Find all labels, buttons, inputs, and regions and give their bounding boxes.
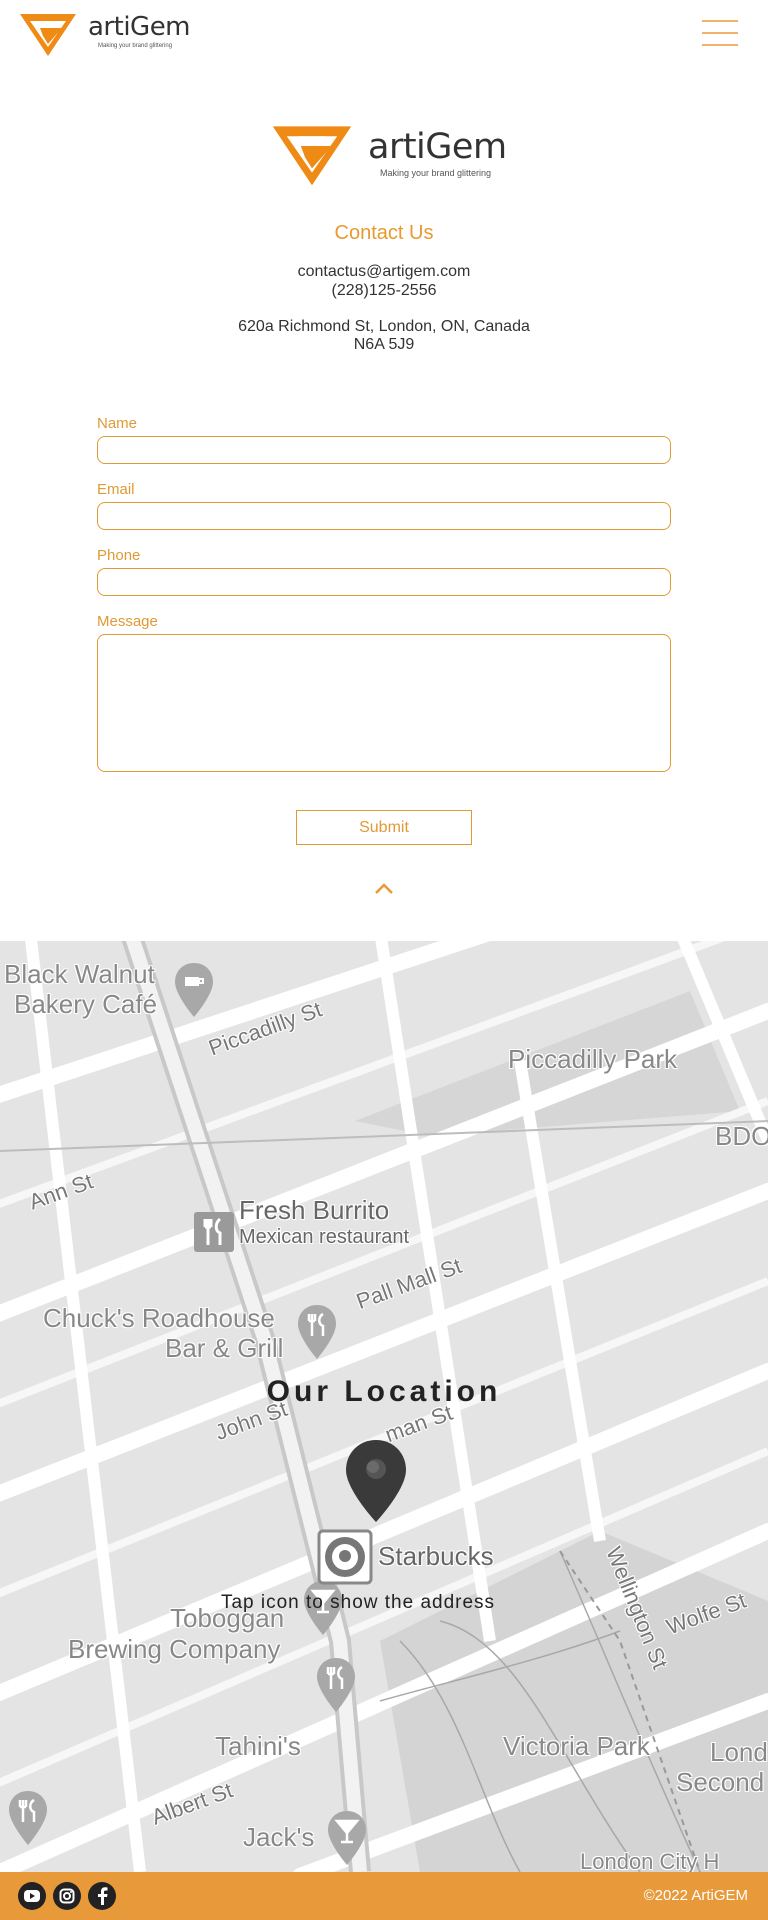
site-header: artiGem Making your brand glittering — [0, 0, 768, 66]
restaurant-pin-icon[interactable] — [315, 1656, 357, 1714]
contact-title: Contact Us — [334, 222, 434, 244]
copyright-text: ©2022 ArtiGEM — [643, 1887, 748, 1904]
map-hint: Tap icon to show the address — [220, 1592, 496, 1613]
map-label-victoria-park: Victoria Park — [503, 1731, 650, 1761]
map-label-piccadilly-park: Piccadilly Park — [508, 1044, 678, 1074]
map-label-lond: Lond — [710, 1737, 768, 1767]
map-label-jacks: Jack's — [243, 1822, 315, 1852]
contact-email[interactable]: contactus@artigem.com — [0, 263, 768, 281]
name-label: Name — [97, 415, 138, 432]
map-label-bakery-cafe: Bakery Café — [14, 989, 158, 1019]
contact-phone[interactable]: (228)125-2556 — [0, 282, 768, 300]
youtube-icon[interactable] — [18, 1882, 46, 1910]
restaurant-pin-icon[interactable] — [296, 1303, 338, 1361]
map-label-starbucks: Starbucks — [378, 1541, 494, 1571]
map-label-london-city-hall: London City H — [580, 1849, 720, 1872]
cafe-pin-icon[interactable] — [173, 961, 215, 1019]
contact-address-line1: 620a Richmond St, London, ON, Canada — [238, 318, 530, 335]
bar-pin-icon[interactable] — [326, 1809, 368, 1867]
phone-label: Phone — [97, 547, 141, 564]
map-label-brewing-company: Brewing Company — [68, 1634, 281, 1664]
message-label: Message — [97, 613, 158, 630]
map-label-bdo: BDO — [715, 1121, 768, 1151]
menu-button[interactable] — [702, 20, 738, 46]
header-brand-name: artiGem — [88, 12, 191, 42]
header-logo[interactable]: artiGem Making your brand glittering — [18, 8, 191, 58]
hero-brand-name: artiGem — [368, 127, 507, 167]
email-input[interactable] — [97, 502, 671, 530]
map-title: Our Location — [266, 1375, 502, 1408]
header-tagline: Making your brand glittering — [98, 43, 173, 49]
map-label-chucks: Chuck's Roadhouse — [43, 1303, 275, 1333]
restaurant-pin-icon[interactable] — [7, 1789, 49, 1847]
menu-icon — [702, 20, 738, 22]
starbucks-icon[interactable] — [317, 1529, 373, 1585]
map-label-fresh-burrito: Fresh Burrito — [239, 1195, 390, 1225]
hero-logo: artiGem Making your brand glittering — [270, 116, 507, 190]
site-footer: ©2022 ArtiGEM — [0, 1872, 768, 1920]
map-label-bar-grill: Bar & Grill — [165, 1333, 284, 1363]
message-textarea[interactable] — [97, 634, 671, 772]
map-label-black-walnut: Black Walnut — [4, 959, 155, 989]
email-label: Email — [97, 481, 135, 498]
map-label-second: Second — [676, 1767, 765, 1797]
facebook-icon[interactable] — [88, 1882, 116, 1910]
phone-input[interactable] — [97, 568, 671, 596]
hero-tagline: Making your brand glittering — [380, 168, 492, 178]
scroll-top-chevron-icon[interactable] — [373, 882, 395, 896]
instagram-icon[interactable] — [53, 1882, 81, 1910]
map-label-mexican-restaurant: Mexican restaurant — [239, 1226, 410, 1248]
gem-logo-icon — [272, 126, 352, 186]
submit-button[interactable]: Submit — [296, 810, 472, 845]
restaurant-icon[interactable] — [193, 1203, 235, 1261]
contact-address-line2: N6A 5J9 — [353, 336, 415, 353]
location-pin-icon[interactable] — [344, 1438, 408, 1524]
map-label-tahinis: Tahini's — [215, 1731, 301, 1761]
gem-logo-icon — [20, 14, 76, 56]
name-input[interactable] — [97, 436, 671, 464]
